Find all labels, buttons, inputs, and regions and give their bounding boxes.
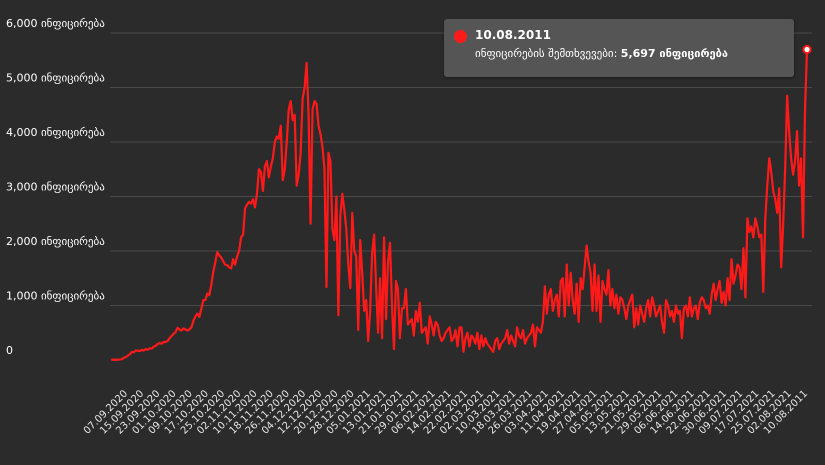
data-tooltip: 10.08.2011 ინფიცირების შემთხვევები: 5,69… [444,19,794,77]
tooltip-series-dot [454,30,467,43]
y-tick-label: 4,000 ინფიცირება [6,126,105,139]
y-tick-label: 1,000 ინფიცირება [6,290,105,303]
hover-point-marker[interactable] [802,44,812,55]
x-axis-labels: 07.09.202015.09.202023.09.202001.10.2020… [82,388,810,436]
tooltip-label: ინფიცირების შემთხვევები: [475,47,618,60]
y-tick-label: 0 [6,344,13,357]
y-tick-label: 6,000 ინფიცირება [6,17,105,30]
tooltip-date: 10.08.2011 [475,28,551,42]
tooltip-value: 5,697 ინფიცირება [620,47,728,60]
y-tick-label: 5,000 ინფიცირება [6,72,105,85]
y-tick-label: 3,000 ინფიცირება [6,181,105,194]
y-tick-label: 2,000 ინფიცირება [6,235,105,248]
y-axis-labels: 0 1,000 ინფიცირება 2,000 ინფიცირება 3,000 ი… [6,17,105,357]
series-line-infections [110,48,809,361]
tooltip-line: ინფიცირების შემთხვევები: 5,697 ინფიცირებ… [475,47,728,60]
